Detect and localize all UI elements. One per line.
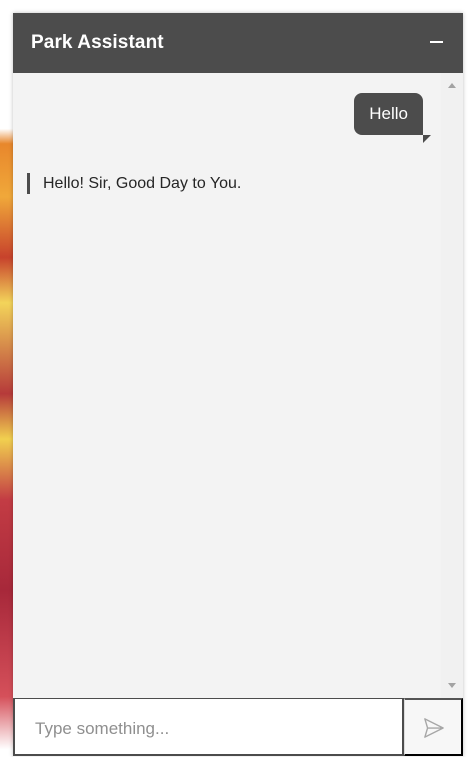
message-list: Hello Hello! Sir, Good Day to You. bbox=[13, 73, 441, 698]
background-image-strip bbox=[0, 0, 14, 757]
assistant-message: Hello! Sir, Good Day to You. bbox=[27, 173, 241, 194]
page-background-right bbox=[463, 0, 471, 757]
user-message-text: Hello bbox=[369, 104, 408, 123]
message-input[interactable] bbox=[33, 714, 387, 744]
chat-widget: Park Assistant Hello Hello! Sir, Good Da… bbox=[13, 13, 463, 757]
message-scrollbar[interactable] bbox=[441, 73, 463, 698]
send-button[interactable] bbox=[404, 698, 463, 756]
message-composer bbox=[13, 698, 463, 757]
assistant-message-text: Hello! Sir, Good Day to You. bbox=[43, 175, 242, 192]
scroll-up-icon[interactable] bbox=[448, 83, 456, 88]
message-input-container bbox=[13, 698, 404, 756]
user-message: Hello bbox=[354, 93, 431, 143]
chat-title: Park Assistant bbox=[31, 32, 164, 53]
minimize-button[interactable] bbox=[423, 29, 449, 55]
chat-header: Park Assistant bbox=[13, 13, 463, 73]
send-icon bbox=[424, 718, 444, 738]
page-background-top bbox=[0, 0, 471, 13]
user-message-tail bbox=[423, 135, 431, 143]
scroll-down-icon[interactable] bbox=[448, 683, 456, 688]
